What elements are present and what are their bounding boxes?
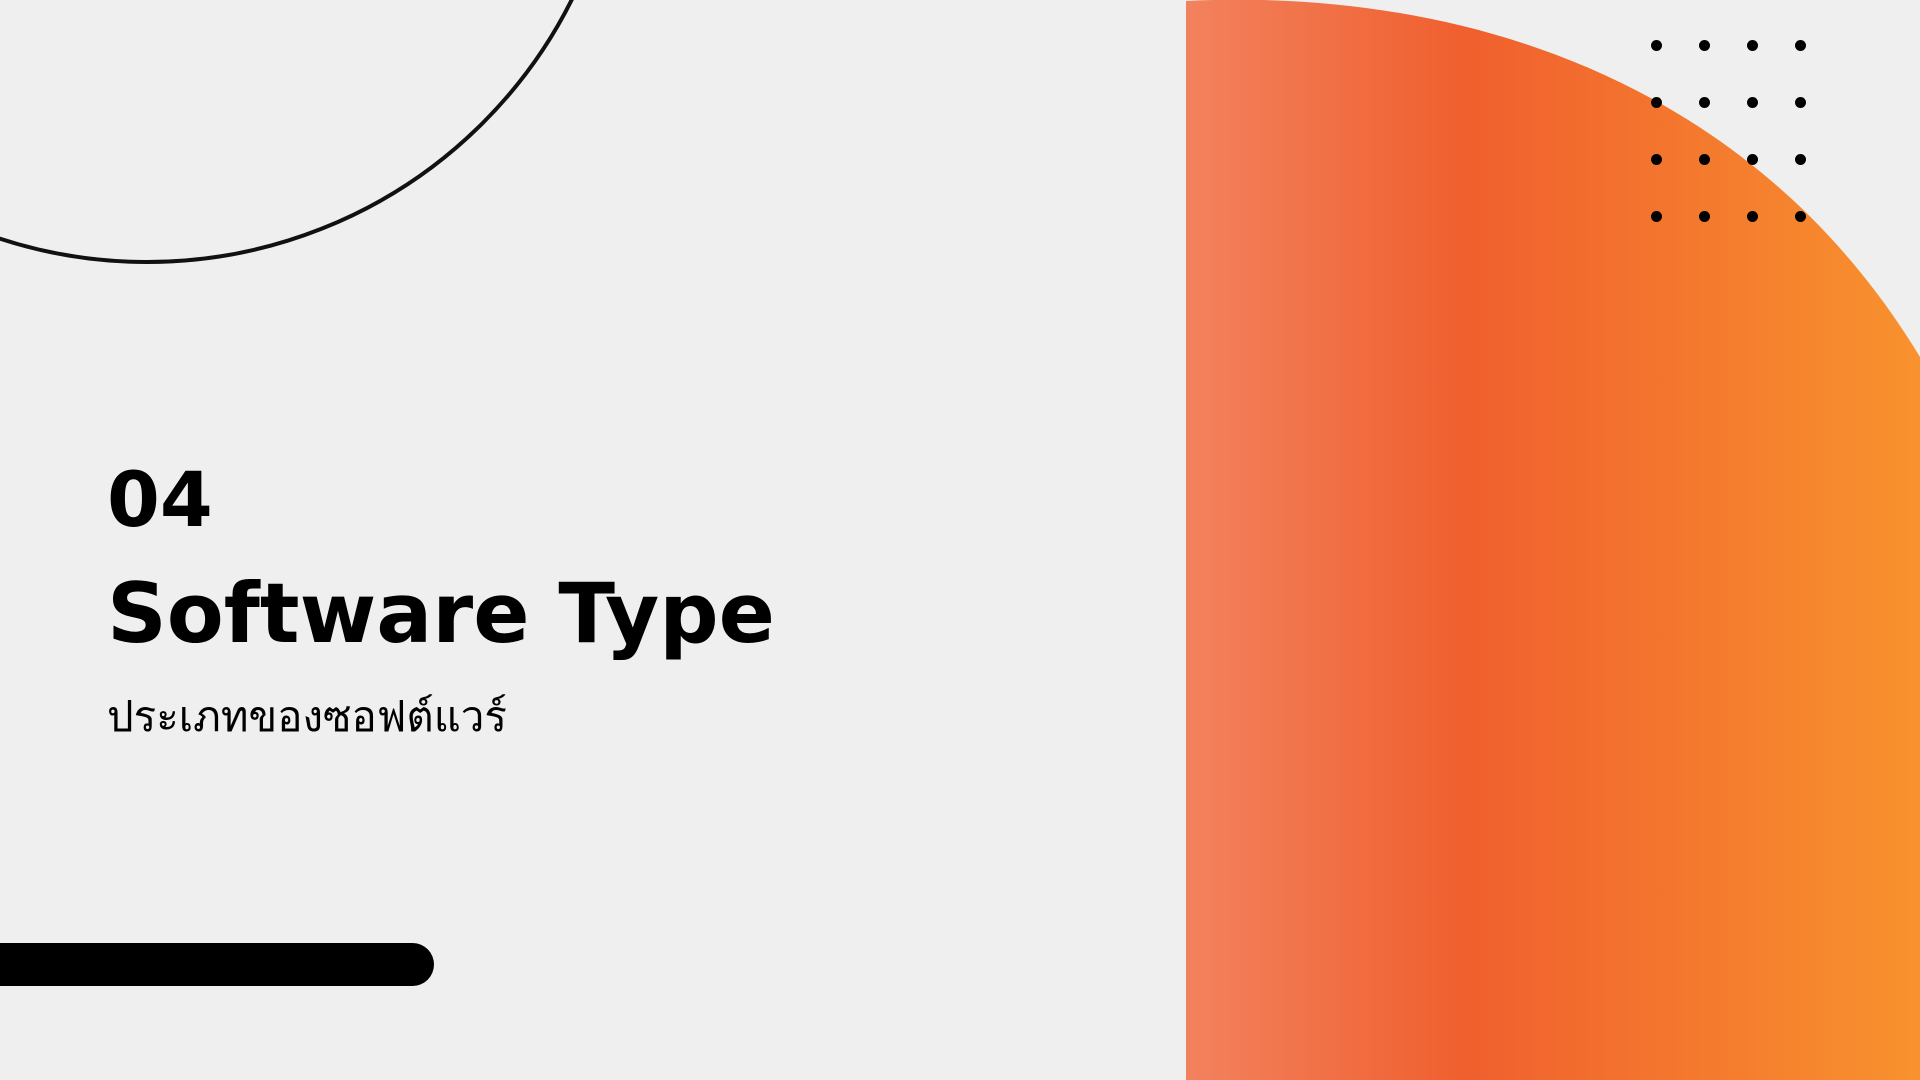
dot bbox=[1795, 211, 1806, 222]
dot bbox=[1699, 211, 1710, 222]
rounded-bar-icon bbox=[0, 943, 434, 986]
section-number: 04 bbox=[107, 455, 213, 544]
dot bbox=[1795, 97, 1806, 108]
dot bbox=[1651, 40, 1662, 51]
dot bbox=[1699, 97, 1710, 108]
dot bbox=[1795, 40, 1806, 51]
section-subtitle: ประเภทของซอฟต์แวร์ bbox=[107, 692, 507, 741]
dot bbox=[1651, 97, 1662, 108]
slide: 04 Software Type ประเภทของซอฟต์แวร์ bbox=[0, 0, 1920, 1080]
section-title: Software Type bbox=[107, 565, 775, 662]
dot bbox=[1795, 154, 1806, 165]
dot bbox=[1651, 211, 1662, 222]
dot bbox=[1747, 40, 1758, 51]
dot bbox=[1699, 40, 1710, 51]
dot bbox=[1747, 211, 1758, 222]
dot-grid-icon bbox=[1651, 40, 1811, 230]
dot bbox=[1651, 154, 1662, 165]
circle-outline-arc-icon bbox=[0, 0, 624, 264]
dot bbox=[1747, 97, 1758, 108]
dot bbox=[1699, 154, 1710, 165]
dot bbox=[1747, 154, 1758, 165]
